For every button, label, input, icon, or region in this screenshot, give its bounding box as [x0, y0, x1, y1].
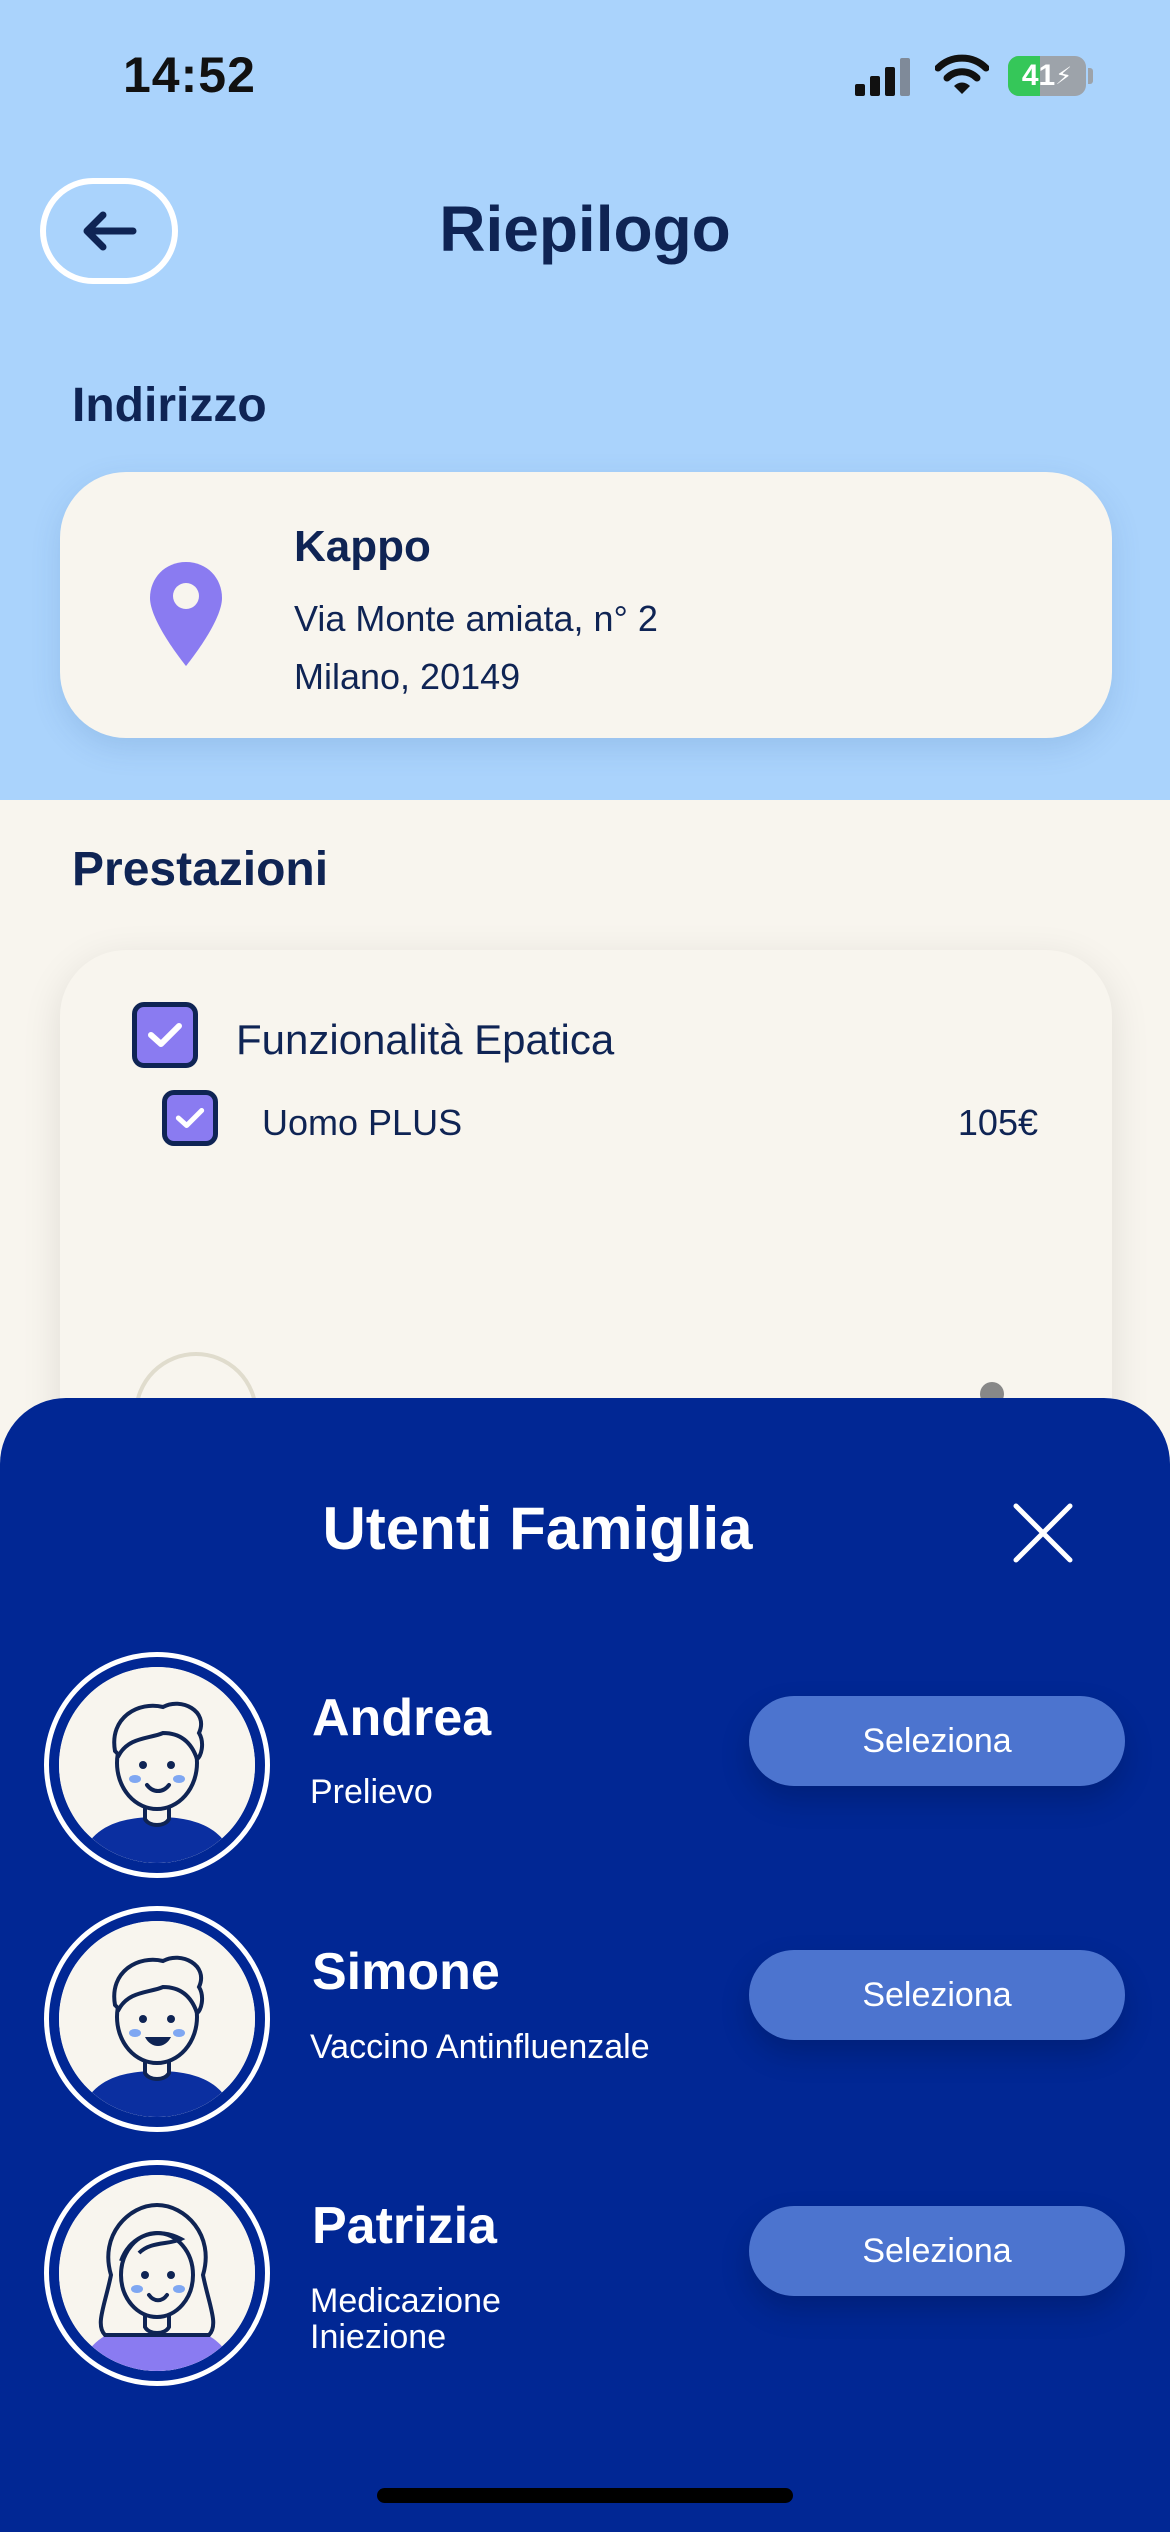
- user-name-simone: Simone: [312, 1943, 500, 2001]
- select-button-simone[interactable]: Seleziona: [749, 1950, 1125, 2040]
- user-subtitle-simone: Vaccino Antinfluenzale: [310, 2028, 650, 2066]
- select-button-andrea[interactable]: Seleziona: [749, 1696, 1125, 1786]
- sub-service-checkbox[interactable]: [162, 1090, 218, 1146]
- sheet-title: Utenti Famiglia: [322, 1495, 753, 1562]
- family-users-sheet: Utenti Famiglia Andrea Prelievo Selezion…: [0, 1398, 1170, 2532]
- services-section-label: Prestazioni: [72, 843, 329, 896]
- close-icon[interactable]: [1008, 1498, 1078, 1568]
- sub-service-label: Uomo PLUS: [262, 1102, 463, 1143]
- battery-tip: [1088, 68, 1093, 84]
- user-avatar-andrea: [44, 1652, 270, 1878]
- service-checkbox[interactable]: [132, 1002, 198, 1068]
- female-avatar-icon: [59, 2175, 255, 2371]
- user-avatar-simone: [44, 1906, 270, 2132]
- user-subtitle-patrizia-line1: Medicazione: [310, 2282, 501, 2320]
- battery-icon: 41 ⚡: [1008, 56, 1086, 96]
- address-card[interactable]: Kappo Via Monte amiata, n° 2 Milano, 201…: [60, 472, 1112, 738]
- male-avatar-icon: [59, 1667, 255, 1863]
- map-pin-icon: [150, 562, 222, 666]
- user-subtitle-patrizia-line2: Iniezione: [310, 2318, 447, 2356]
- home-indicator[interactable]: [377, 2488, 793, 2503]
- user-subtitle-andrea: Prelievo: [310, 1773, 433, 1811]
- checkmark-icon: [148, 1023, 182, 1047]
- select-button-patrizia[interactable]: Seleziona: [749, 2206, 1125, 2296]
- page-title: Riepilogo: [439, 193, 731, 265]
- service-label: Funzionalità Epatica: [236, 1016, 615, 1063]
- battery-level: 41: [1021, 59, 1056, 92]
- checkmark-icon: [175, 1108, 205, 1128]
- address-name: Kappo: [294, 522, 431, 571]
- user-name-andrea: Andrea: [312, 1689, 492, 1747]
- user-avatar-patrizia: [44, 2160, 270, 2386]
- male-avatar-icon: [59, 1921, 255, 2117]
- sub-service-price: 105€: [957, 1102, 1038, 1143]
- address-street: Via Monte amiata, n° 2: [294, 598, 658, 639]
- signal-icon: [855, 58, 910, 96]
- wifi-icon: [935, 54, 989, 94]
- status-time: 14:52: [123, 47, 256, 103]
- user-name-patrizia: Patrizia: [312, 2197, 497, 2255]
- address-section-label: Indirizzo: [72, 379, 267, 432]
- address-city: Milano, 20149: [294, 656, 521, 697]
